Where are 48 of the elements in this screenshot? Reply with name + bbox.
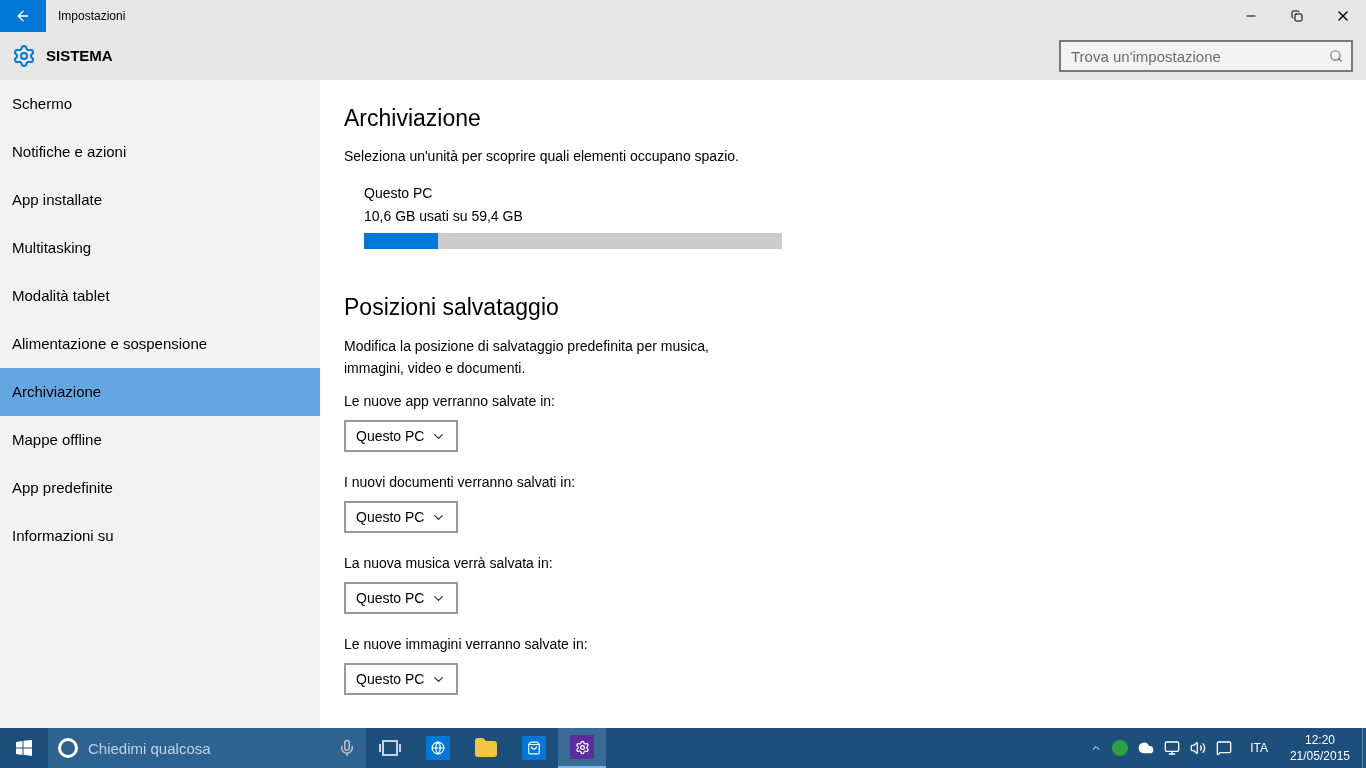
setting-label: La nuova musica verrà salvata in: xyxy=(344,554,554,573)
cloud-icon[interactable] xyxy=(1138,740,1155,756)
globe-icon xyxy=(426,736,450,760)
language-indicator[interactable]: ITA xyxy=(1242,740,1276,756)
gear-icon xyxy=(570,735,594,759)
sidebar-item[interactable]: Schermo xyxy=(0,80,320,128)
microphone-icon xyxy=(338,739,356,757)
windows-logo-icon xyxy=(16,740,32,756)
search-icon xyxy=(1329,49,1343,63)
sidebar-item[interactable]: App installate xyxy=(0,176,320,224)
setting-label: Le nuove immagini verranno salvate in: xyxy=(344,635,589,654)
drive-usage: 10,6 GB usati su 59,4 GB xyxy=(364,207,524,226)
sidebar-item[interactable]: Modalità tablet xyxy=(0,272,320,320)
search-field[interactable]: Trova un'impostazione xyxy=(1059,40,1353,72)
location-dropdown[interactable]: Questo PC xyxy=(344,420,458,452)
back-button[interactable] xyxy=(0,0,46,32)
folder-icon xyxy=(474,736,498,760)
drive-entry[interactable]: Questo PC 10,6 GB usati su 59,4 GB xyxy=(364,183,782,249)
gear-icon xyxy=(12,44,36,68)
sidebar-item[interactable]: Informazioni su xyxy=(0,512,320,560)
action-center-icon[interactable] xyxy=(1216,740,1233,756)
taskbar-search-field[interactable]: Chiedimi qualcosa xyxy=(48,728,366,768)
restore-icon xyxy=(1291,10,1303,22)
section-title: SISTEMA xyxy=(46,45,113,66)
description-text: Seleziona un'unità per scoprire quali elementi occupano spazio. xyxy=(344,147,740,166)
network-icon[interactable] xyxy=(1164,740,1181,756)
page-title: Archiviazione xyxy=(344,104,482,133)
shopping-bag-icon xyxy=(522,736,546,760)
back-arrow-icon xyxy=(15,8,31,24)
drive-name: Questo PC xyxy=(364,184,434,203)
taskbar-app-button[interactable] xyxy=(558,728,606,768)
sidebar-item[interactable]: Notifiche e azioni xyxy=(0,128,320,176)
setting-label: Le nuove app verranno salvate in: xyxy=(344,392,556,411)
sidebar-item[interactable]: Archiviazione xyxy=(0,368,320,416)
sidebar-item[interactable]: App predefinite xyxy=(0,464,320,512)
sidebar-item[interactable]: Multitasking xyxy=(0,224,320,272)
location-dropdown[interactable]: Questo PC xyxy=(344,501,458,533)
description-text: Modifica la posizione di salvataggio predefinita per musica, immagini, video e documenti. xyxy=(344,337,710,378)
clock[interactable]: 12:20 21/05/2015 xyxy=(1285,732,1354,764)
sidebar-item[interactable]: Alimentazione e sospensione xyxy=(0,320,320,368)
window-title: Impostazioni xyxy=(58,8,126,24)
location-dropdown[interactable]: Questo PC xyxy=(344,663,458,695)
location-dropdown[interactable]: Questo PC xyxy=(344,582,458,614)
section-heading: Posizioni salvataggio xyxy=(344,293,560,322)
speaker-icon[interactable] xyxy=(1190,740,1207,756)
sidebar-item[interactable]: Mappe offline xyxy=(0,416,320,464)
task-view-icon xyxy=(379,740,401,756)
setting-label: I nuovi documenti verranno salvati in: xyxy=(344,473,577,492)
